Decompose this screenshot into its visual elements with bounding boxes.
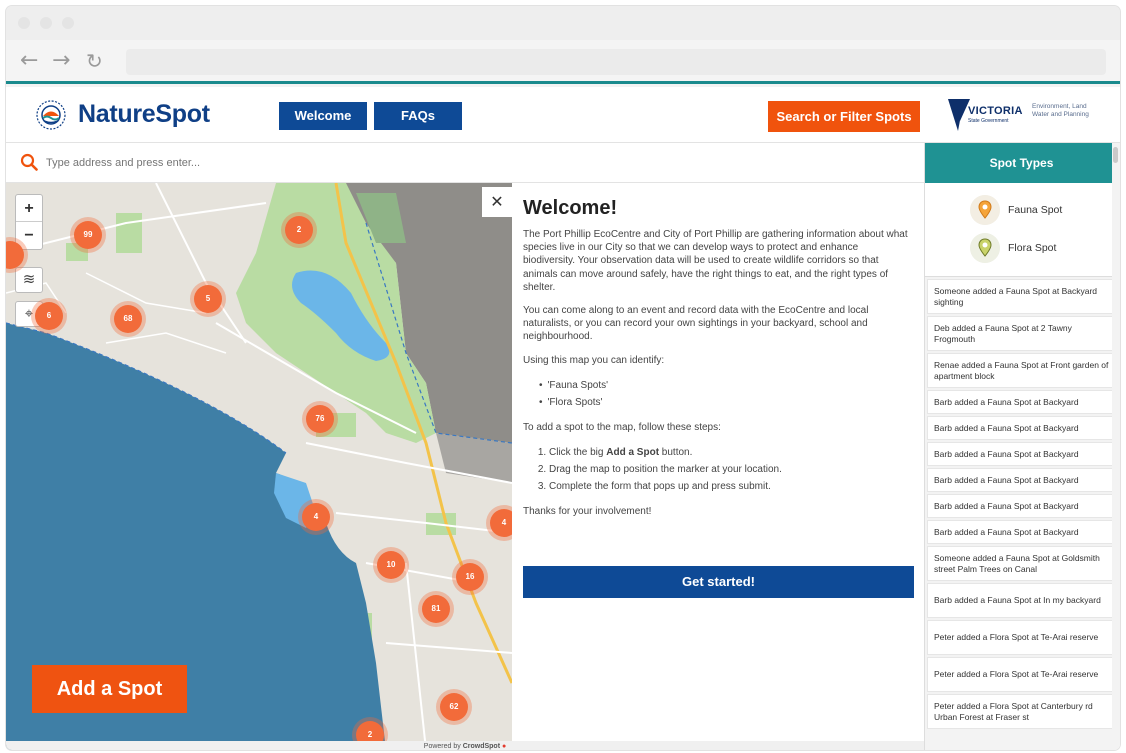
- page: NatureSpot Welcome FAQs Search or Filter…: [6, 87, 1120, 750]
- map-cluster[interactable]: 4: [302, 503, 330, 531]
- window-dot[interactable]: [62, 17, 74, 29]
- zoom-control: + −: [15, 194, 43, 250]
- scrollbar[interactable]: [1112, 143, 1120, 750]
- step-item: Drag the map to position the marker at y…: [549, 461, 913, 478]
- welcome-panel: ✕ Welcome! The Port Phillip EcoCentre an…: [482, 183, 924, 750]
- activity-item[interactable]: Barb added a Fauna Spot at In my backyar…: [927, 583, 1116, 618]
- activity-item[interactable]: Barb added a Fauna Spot at Backyard: [927, 520, 1116, 544]
- get-started-button[interactable]: Get started!: [523, 566, 914, 598]
- nav-welcome-button[interactable]: Welcome: [279, 102, 367, 130]
- step-item: Click the big Add a Spot button.: [549, 444, 913, 461]
- delwp-text: Environment, Land Water and Planning: [1032, 103, 1089, 118]
- map-cluster[interactable]: 4: [490, 509, 512, 537]
- forward-icon[interactable]: →: [52, 50, 70, 72]
- welcome-body: The Port Phillip EcoCentre and City of P…: [523, 228, 913, 528]
- map-cluster[interactable]: 2: [285, 216, 313, 244]
- crowdspot-pin-icon: ●: [501, 743, 507, 750]
- identify-list: 'Fauna Spots' 'Flora Spots': [539, 377, 913, 411]
- window-dot[interactable]: [40, 17, 52, 29]
- map-cluster[interactable]: 62: [440, 693, 468, 721]
- step-text: button.: [659, 447, 693, 459]
- powered-by-text: Powered by: [423, 743, 461, 750]
- spot-types-legend: Fauna Spot Flora Spot: [925, 183, 1118, 277]
- map-cluster[interactable]: 81: [422, 595, 450, 623]
- browser-toolbar: ← → ↻: [6, 40, 1120, 84]
- map-cluster[interactable]: 76: [306, 405, 334, 433]
- brand-name[interactable]: NatureSpot: [78, 100, 210, 129]
- back-icon[interactable]: ←: [20, 50, 38, 72]
- activity-item[interactable]: Peter added a Flora Spot at Te-Arai rese…: [927, 657, 1116, 692]
- close-icon[interactable]: ✕: [482, 187, 512, 217]
- sidebar: Spot Types Fauna Spot Flora Spot Someone…: [924, 143, 1120, 750]
- activity-item[interactable]: Someone added a Fauna Spot at Goldsmith …: [927, 546, 1116, 581]
- activity-item[interactable]: Barb added a Fauna Spot at Backyard: [927, 494, 1116, 518]
- list-item: 'Fauna Spots': [539, 377, 913, 394]
- search-icon[interactable]: [20, 153, 38, 171]
- welcome-paragraph: You can come along to an event and recor…: [523, 305, 869, 343]
- search-filter-button[interactable]: Search or Filter Spots: [768, 101, 920, 132]
- activity-item[interactable]: Barb added a Fauna Spot at Backyard: [927, 416, 1116, 440]
- welcome-paragraph: To add a spot to the map, follow these s…: [523, 421, 721, 433]
- activity-item[interactable]: Barb added a Fauna Spot at Backyard: [927, 442, 1116, 466]
- map-cluster[interactable]: 6: [35, 302, 63, 330]
- zoom-in-button[interactable]: +: [16, 195, 42, 222]
- reload-icon[interactable]: ↻: [86, 50, 103, 72]
- step-text: Click the big: [549, 447, 607, 459]
- add-a-spot-button[interactable]: Add a Spot: [32, 665, 187, 713]
- victoria-logo-text: VICTORIA: [968, 105, 1023, 117]
- spot-types-header: Spot Types: [925, 143, 1118, 183]
- activity-item[interactable]: Deb added a Fauna Spot at 2 Tawny Frogmo…: [927, 316, 1116, 351]
- footer: Powered by CrowdSpot ●: [6, 741, 924, 750]
- activity-item[interactable]: Barb added a Fauna Spot at Backyard: [927, 468, 1116, 492]
- city-of-port-phillip-logo-icon: [36, 100, 66, 130]
- title-bar: [6, 6, 1120, 40]
- address-search-input[interactable]: [46, 153, 646, 173]
- activity-item[interactable]: Peter added a Flora Spot at Te-Arai rese…: [927, 620, 1116, 655]
- window-dot[interactable]: [18, 17, 30, 29]
- map-cluster[interactable]: 5: [194, 285, 222, 313]
- fauna-pin-icon: [970, 195, 1000, 225]
- map-cluster[interactable]: 99: [74, 221, 102, 249]
- victoria-logo-subtext: State Government: [968, 118, 1009, 124]
- activity-feed: Someone added a Fauna Spot at Backyard s…: [927, 279, 1116, 731]
- activity-item[interactable]: Peter added a Flora Spot at Canterbury r…: [927, 694, 1116, 729]
- map-cluster[interactable]: 16: [456, 563, 484, 591]
- site-header: NatureSpot Welcome FAQs Search or Filter…: [6, 87, 1120, 143]
- address-bar[interactable]: [126, 49, 1106, 75]
- welcome-title: Welcome!: [523, 197, 618, 219]
- activity-item[interactable]: Barb added a Fauna Spot at Backyard: [927, 390, 1116, 414]
- map[interactable]: + − ≋ ⌖ 99 2 5 68 6 76 4 10 16 81 62 2 4…: [6, 183, 512, 750]
- activity-item[interactable]: Renae added a Fauna Spot at Front garden…: [927, 353, 1116, 388]
- list-item: 'Flora Spots': [539, 394, 913, 411]
- welcome-paragraph: Using this map you can identify:: [523, 354, 665, 366]
- welcome-paragraph: Thanks for your involvement!: [523, 506, 652, 518]
- layers-icon[interactable]: ≋: [15, 267, 43, 293]
- map-cluster[interactable]: 10: [377, 551, 405, 579]
- browser-window: ← → ↻ NatureSpot Welcome FAQs Search or …: [6, 6, 1120, 750]
- map-cluster[interactable]: 68: [114, 305, 142, 333]
- step-item: Complete the form that pops up and press…: [549, 478, 913, 495]
- legend-label: Fauna Spot: [1008, 204, 1063, 216]
- step-bold-text: Add a Spot: [606, 447, 660, 459]
- nav-faqs-button[interactable]: FAQs: [374, 102, 462, 130]
- crowdspot-link[interactable]: CrowdSpot: [463, 743, 500, 750]
- flora-pin-icon: [970, 233, 1000, 263]
- legend-label: Flora Spot: [1008, 242, 1057, 254]
- steps-list: Click the big Add a Spot button. Drag th…: [549, 444, 913, 495]
- welcome-paragraph: The Port Phillip EcoCentre and City of P…: [523, 229, 908, 293]
- scrollbar-thumb[interactable]: [1113, 147, 1118, 163]
- activity-item[interactable]: Someone added a Fauna Spot at Backyard s…: [927, 279, 1116, 314]
- address-search-bar: [6, 143, 924, 183]
